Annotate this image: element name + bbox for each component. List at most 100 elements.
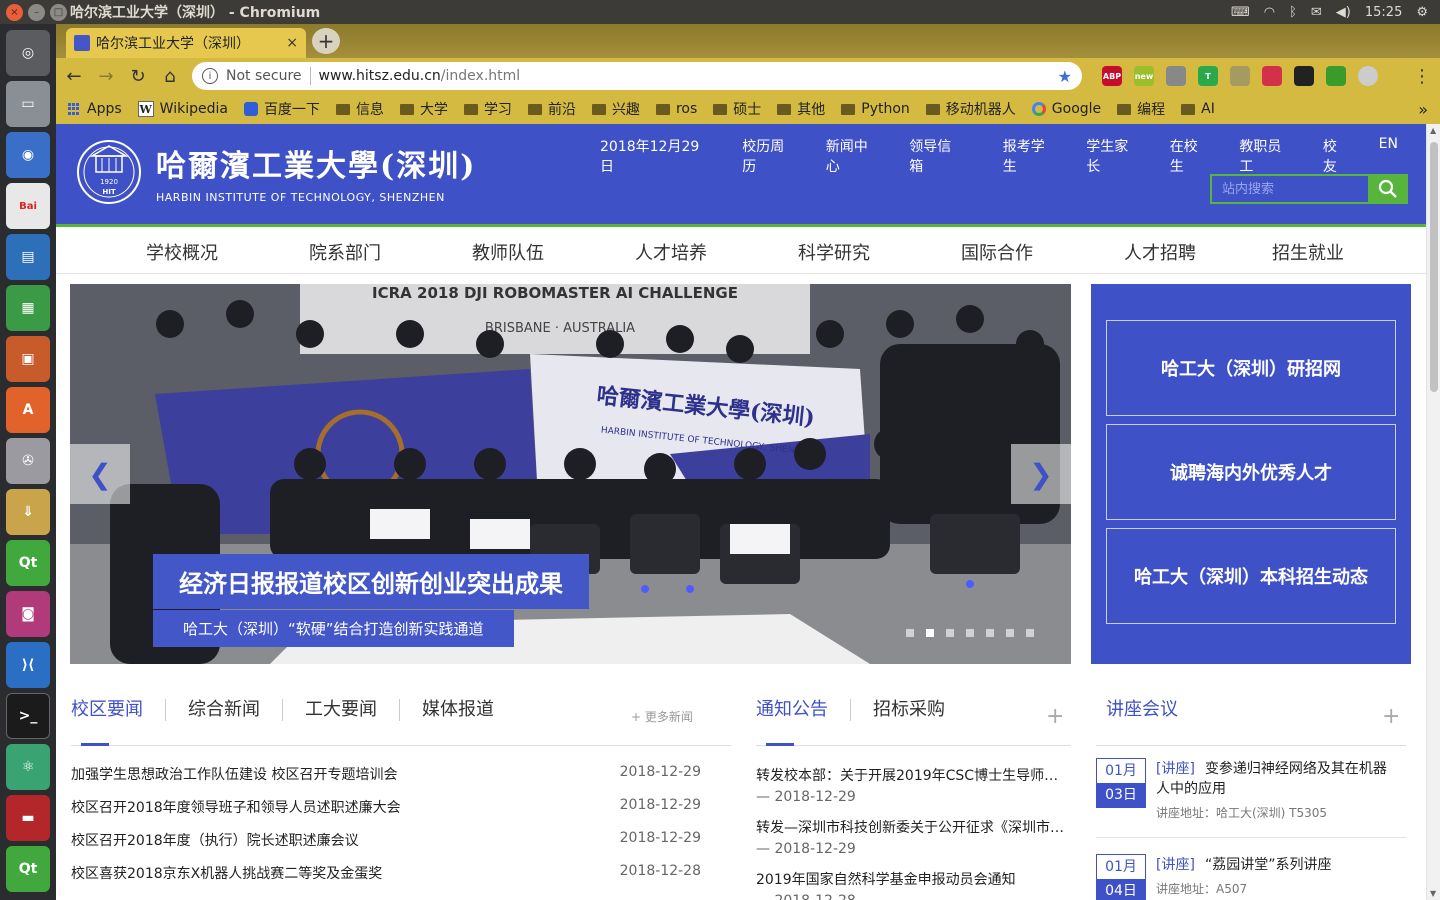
reload-icon[interactable]: ↻ [128, 66, 148, 87]
quick-link-button[interactable]: 诚聘海内外优秀人才 [1106, 424, 1396, 520]
settings-gear-icon[interactable]: ⚙ [1416, 5, 1428, 20]
bookmark-wikipedia[interactable]: W Wikipedia [137, 101, 228, 117]
qt-creator-icon[interactable]: Qt [6, 540, 50, 586]
nav-item[interactable]: 人才招聘 [1124, 239, 1196, 265]
notice-tab[interactable]: 通知公告 [756, 699, 850, 721]
notice-list-item[interactable]: 2019年国家自然科学基金申报动员会通知 — 2018-12-28 [756, 869, 1071, 900]
news-list-item[interactable]: 校区召开2018年度（执行）院长述职述廉会议 2018-12-29 [71, 830, 731, 850]
slider-dot[interactable] [1006, 629, 1014, 637]
top-link-item[interactable]: 报考学生 [1003, 136, 1059, 176]
impress-slides-icon[interactable]: ▣ [6, 336, 50, 382]
download-arrow-icon[interactable] [1326, 66, 1346, 86]
adblock-plus-icon[interactable]: ABP [1102, 66, 1122, 86]
top-link-item[interactable]: 新闻中心 [826, 136, 882, 176]
bookmark-folder-mobile-robot[interactable]: 移动机器人 [925, 99, 1016, 119]
search-button[interactable] [1368, 174, 1408, 204]
slide-caption[interactable]: 经济日报报道校区创新创业突出成果 [153, 554, 589, 609]
top-link-item[interactable]: 校友 [1323, 136, 1351, 176]
page-scrollbar[interactable]: ▲ ▼ [1426, 124, 1440, 900]
site-search-input[interactable] [1210, 174, 1368, 204]
volume-icon[interactable]: ◀) [1336, 5, 1351, 20]
system-settings-icon[interactable]: ✇ [6, 438, 50, 484]
file-manager-icon[interactable]: ▭ [6, 81, 50, 127]
forward-arrow-icon[interactable]: → [96, 66, 116, 87]
top-link-item[interactable]: 教职员工 [1239, 136, 1295, 176]
software-center-icon[interactable]: A [6, 387, 50, 433]
slider-dot[interactable] [926, 629, 934, 637]
nav-item[interactable]: 国际合作 [961, 239, 1033, 265]
bookmark-folder-study[interactable]: 学习 [463, 99, 512, 119]
maximize-window-icon[interactable]: □ [50, 3, 67, 21]
nav-item[interactable]: 院系部门 [309, 239, 381, 265]
info-icon[interactable]: i [202, 68, 218, 84]
lecture-headline[interactable]: [讲座] “荔园讲堂”系列讲座 [1156, 854, 1396, 874]
lecture-headline[interactable]: [讲座] 变参递归神经网络及其在机器人中的应用 [1156, 758, 1396, 798]
slider-prev-button[interactable]: ❮ [70, 444, 130, 504]
slider-dot[interactable] [906, 629, 914, 637]
bookmark-folder-frontier[interactable]: 前沿 [527, 99, 576, 119]
bookmark-folder-other[interactable]: 其他 [777, 99, 825, 119]
wifi-icon[interactable]: ◠ [1264, 5, 1275, 20]
browser-menu-icon[interactable]: ⋮ [1412, 66, 1432, 87]
top-link-item[interactable]: 领导信箱 [909, 136, 965, 176]
close-window-icon[interactable]: × [6, 3, 23, 21]
bookmark-folder-programming[interactable]: 编程 [1117, 99, 1165, 119]
address-bar[interactable]: i Not secure www.hitsz.edu.cn /index.htm… [192, 62, 1082, 90]
pocket-icon[interactable] [1262, 66, 1282, 86]
notice-list-item[interactable]: 转发—深圳市科技创新委关于公开征求《深圳市科技计划项目管理办法》意见的通知 — 2… [756, 817, 1071, 857]
nav-item[interactable]: 学校概况 [146, 239, 218, 265]
slider-next-button[interactable]: ❯ [1011, 444, 1071, 504]
home-icon[interactable]: ⌂ [160, 66, 180, 87]
terminal-icon[interactable]: >_ [6, 693, 50, 739]
vscode-icon[interactable]: ⟩⟨ [6, 642, 50, 688]
news-list-item[interactable]: 校区喜获2018京东X机器人挑战赛二等奖及金蛋奖 2018-12-28 [71, 863, 731, 883]
top-link-item[interactable]: 在校生 [1170, 136, 1212, 176]
nav-item[interactable]: 人才培养 [635, 239, 707, 265]
chromium-icon[interactable]: ◉ [6, 132, 50, 178]
scroll-up-icon[interactable]: ▲ [1430, 126, 1436, 135]
shield-extension-icon[interactable] [1230, 66, 1250, 86]
bookmark-google[interactable]: Google [1031, 101, 1101, 117]
nav-item[interactable]: 教师队伍 [472, 239, 544, 265]
nav-item[interactable]: 科学研究 [798, 239, 870, 265]
notice-title[interactable]: 转发校本部：关于开展2019年CSC博士生导师短期出国交流项目的通知 [756, 765, 1071, 785]
nav-item[interactable]: 招生就业 [1272, 239, 1344, 265]
baidu-app-icon[interactable]: Bai [6, 183, 50, 229]
site-logo[interactable]: 1920 HIT 哈爾濱工業大學(深圳) HARBIN INSTITUTE OF… [70, 138, 476, 206]
bookmark-folder-university[interactable]: 大学 [399, 99, 448, 119]
t-extension-icon[interactable]: T [1198, 66, 1218, 86]
news-tab[interactable]: 工大要闻 [282, 699, 399, 721]
slider-dot[interactable] [986, 629, 994, 637]
slide-subcaption[interactable]: 哈工大（深圳）“软硬”结合打造创新实践通道 [153, 610, 514, 647]
lecture-list-item[interactable]: 01月 04日 [讲座] “荔园讲堂”系列讲座 讲座地址：A507 [1096, 854, 1406, 900]
quick-link-button[interactable]: 哈工大（深圳）研招网 [1106, 320, 1396, 416]
news-list-item[interactable]: 加强学生思想政治工作队伍建设 校区召开专题培训会 2018-12-29 [71, 764, 731, 784]
slider-dot[interactable] [966, 629, 974, 637]
calc-spreadsheet-icon[interactable]: ▦ [6, 285, 50, 331]
notice-title[interactable]: 2019年国家自然科学基金申报动员会通知 [756, 869, 1071, 889]
bookmark-folder-info[interactable]: 信息 [335, 99, 384, 119]
slider-dot[interactable] [946, 629, 954, 637]
news-title[interactable]: 校区召开2018年度（执行）院长述职述廉会议 [71, 830, 359, 850]
slider-dot[interactable] [1026, 629, 1034, 637]
scroll-down-icon[interactable]: ▼ [1430, 889, 1436, 898]
news-tab[interactable]: 媒体报道 [399, 699, 516, 721]
news-tab[interactable]: 校区要闻 [71, 699, 165, 721]
new-tab-button[interactable]: + [312, 28, 340, 54]
scrollbar-thumb[interactable] [1430, 142, 1438, 392]
mail-icon[interactable]: ✉ [1311, 5, 1322, 20]
notice-more-icon[interactable]: + [1046, 704, 1064, 729]
system-monitor-icon[interactable]: ▬ [6, 795, 50, 841]
news-title[interactable]: 加强学生思想政治工作队伍建设 校区召开专题培训会 [71, 764, 397, 784]
lecture-list-item[interactable]: 01月 03日 [讲座] 变参递归神经网络及其在机器人中的应用 讲座地址：哈工大(深圳)… [1096, 758, 1406, 838]
bookmark-folder-master[interactable]: 硕士 [713, 99, 761, 119]
profile-avatar-icon[interactable] [1358, 66, 1378, 86]
back-arrow-icon[interactable]: ← [64, 66, 84, 87]
owl-extension-icon[interactable] [1294, 66, 1314, 86]
bookmark-folder-python[interactable]: Python [841, 101, 910, 117]
news-slider[interactable]: ICRA 2018 DJI ROBOMASTER AI CHALLENGE BR… [70, 284, 1071, 664]
lecture-title[interactable]: “荔园讲堂”系列讲座 [1205, 857, 1332, 873]
ubuntu-dash-icon[interactable]: ◎ [6, 30, 50, 76]
bookmark-star-icon[interactable]: ★ [1058, 67, 1072, 86]
writer-doc-icon[interactable]: ▤ [6, 234, 50, 280]
